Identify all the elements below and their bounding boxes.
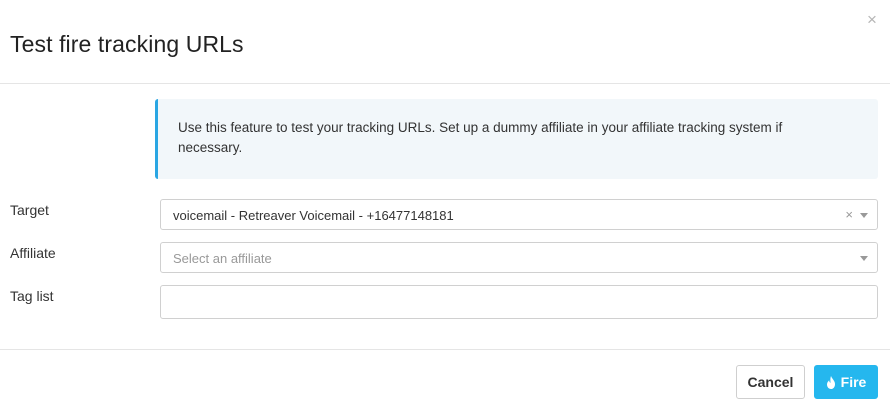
affiliate-placeholder: Select an affiliate (173, 251, 272, 266)
cancel-button-label: Cancel (747, 374, 794, 390)
chevron-down-icon[interactable] (860, 213, 868, 218)
target-selected-value: voicemail - Retreaver Voicemail - +16477… (173, 208, 454, 223)
target-select[interactable]: voicemail - Retreaver Voicemail - +16477… (160, 199, 878, 230)
tag-list-input[interactable] (161, 286, 877, 318)
fire-button[interactable]: Fire (814, 365, 878, 399)
footer-divider (0, 349, 890, 350)
info-callout: Use this feature to test your tracking U… (155, 99, 878, 179)
dialog-title: Test fire tracking URLs (10, 31, 244, 57)
tag-list-field[interactable] (160, 285, 878, 319)
flame-icon (826, 375, 835, 389)
cancel-button[interactable]: Cancel (736, 365, 805, 399)
info-message: Use this feature to test your tracking U… (178, 120, 783, 155)
close-icon[interactable]: × (864, 10, 880, 30)
affiliate-select[interactable]: Select an affiliate (160, 242, 878, 273)
dialog-header: Test fire tracking URLs (0, 0, 890, 84)
target-label: Target (10, 202, 49, 218)
tag-list-label: Tag list (10, 288, 54, 304)
affiliate-label: Affiliate (10, 245, 56, 261)
clear-selection-icon[interactable]: × (845, 207, 853, 222)
fire-button-label: Fire (840, 374, 867, 390)
chevron-down-icon[interactable] (860, 256, 868, 261)
test-fire-dialog: Test fire tracking URLs × Use this featu… (0, 0, 890, 411)
